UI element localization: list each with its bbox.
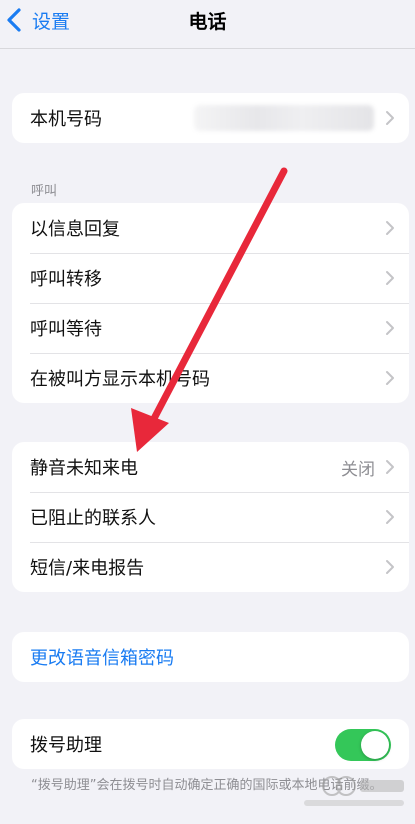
row-label: 以信息回复: [30, 219, 120, 240]
calls-group: 以信息回复 呼叫转移 呼叫等待 在被叫方显示本机号码: [12, 203, 409, 403]
chevron-right-icon: [386, 460, 394, 474]
silence-group: 静音未知来电 关闭 已阻止的联系人 短信/来电报告: [12, 442, 409, 592]
dial-assist-group: 拨号助理: [12, 719, 409, 769]
voicemail-group: 更改语音信箱密码: [12, 632, 409, 682]
call-forwarding-row[interactable]: 呼叫转移: [12, 253, 409, 303]
sms-call-reporting-row[interactable]: 短信/来电报告: [12, 542, 409, 592]
phone-settings-screen: 设置 电话 本机号码 呼叫 以信息回复 呼叫转移 呼叫等待 在被叫方显示本机号码: [0, 0, 415, 824]
row-label: 拨号助理: [30, 735, 102, 756]
show-caller-id-row[interactable]: 在被叫方显示本机号码: [12, 353, 409, 403]
chevron-right-icon: [386, 271, 394, 285]
chevron-right-icon: [386, 371, 394, 385]
respond-with-text-row[interactable]: 以信息回复: [12, 203, 409, 253]
chevron-right-icon: [386, 111, 394, 125]
dial-assist-row: 拨号助理: [12, 719, 409, 769]
row-label: 短信/来电报告: [30, 558, 145, 579]
row-label: 已阻止的联系人: [30, 508, 156, 529]
toggle-knob: [361, 731, 389, 759]
chevron-right-icon: [386, 560, 394, 574]
change-voicemail-password-link[interactable]: 更改语音信箱密码: [30, 644, 174, 670]
chevron-right-icon: [386, 321, 394, 335]
chevron-right-icon: [386, 510, 394, 524]
watermark-logo: [304, 776, 404, 806]
row-label: 在被叫方显示本机号码: [30, 369, 210, 390]
silence-unknown-callers-row[interactable]: 静音未知来电 关闭: [12, 442, 409, 492]
row-label: 静音未知来电: [30, 458, 138, 479]
navigation-bar: 设置 电话: [0, 0, 415, 40]
chevron-right-icon: [386, 221, 394, 235]
dial-assist-toggle[interactable]: [335, 729, 391, 761]
row-label: 呼叫转移: [30, 269, 102, 290]
my-number-group: 本机号码: [12, 93, 409, 143]
my-number-row[interactable]: 本机号码: [12, 93, 409, 143]
page-title: 电话: [188, 11, 227, 33]
my-number-label: 本机号码: [30, 109, 102, 130]
navbar-divider: [0, 48, 415, 49]
redacted-phone-number: [194, 105, 374, 131]
row-label: 呼叫等待: [30, 319, 102, 340]
row-value: 关闭: [341, 459, 375, 480]
change-voicemail-password-row[interactable]: 更改语音信箱密码: [12, 632, 409, 682]
blocked-contacts-row[interactable]: 已阻止的联系人: [12, 492, 409, 542]
call-waiting-row[interactable]: 呼叫等待: [12, 303, 409, 353]
calls-section-header: 呼叫: [31, 184, 58, 199]
